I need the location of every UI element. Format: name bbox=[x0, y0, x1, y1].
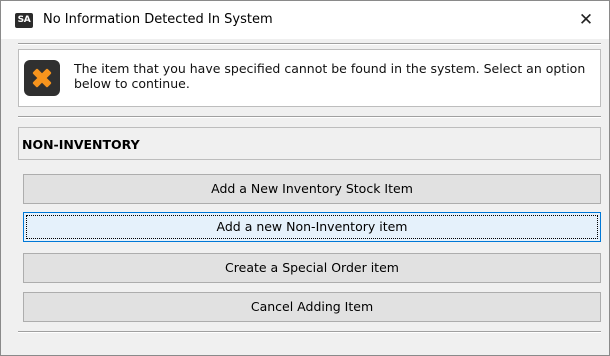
error-x-icon-glyph bbox=[32, 68, 52, 88]
add-non-inventory-item-button[interactable]: Add a new Non-Inventory item bbox=[23, 212, 601, 242]
close-button[interactable]: ✕ bbox=[563, 1, 609, 39]
add-inventory-stock-item-button[interactable]: Add a New Inventory Stock Item bbox=[23, 174, 601, 204]
item-type-panel: NON-INVENTORY bbox=[18, 127, 601, 160]
item-type-label: NON-INVENTORY bbox=[22, 137, 140, 152]
cancel-adding-item-button[interactable]: Cancel Adding Item bbox=[23, 292, 601, 322]
message-panel: The item that you have specified cannot … bbox=[18, 49, 601, 107]
middle-divider bbox=[18, 116, 601, 118]
app-icon: SA bbox=[15, 13, 33, 28]
error-x-icon bbox=[24, 60, 60, 96]
bottom-divider bbox=[18, 331, 601, 333]
window-title: No Information Detected In System bbox=[43, 12, 273, 27]
message-text: The item that you have specified cannot … bbox=[74, 61, 586, 91]
dialog-window: SA No Information Detected In System ✕ T… bbox=[0, 0, 610, 356]
title-bar: SA No Information Detected In System ✕ bbox=[1, 1, 609, 39]
create-special-order-item-button[interactable]: Create a Special Order item bbox=[23, 253, 601, 283]
top-divider bbox=[18, 43, 601, 45]
